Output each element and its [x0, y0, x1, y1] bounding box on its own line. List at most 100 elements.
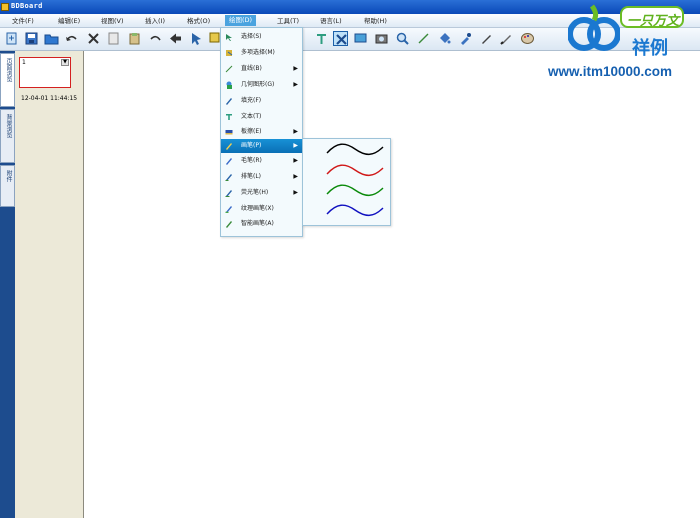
- eyedropper-icon[interactable]: [458, 31, 473, 46]
- open-folder-icon[interactable]: [44, 31, 59, 46]
- draw-menu-highlighter[interactable]: 荧光笔(H) ▶: [221, 186, 302, 200]
- brush-icon: [226, 158, 232, 165]
- redo-icon[interactable]: [148, 31, 163, 46]
- draw-menu-flat-brush[interactable]: 排笔(L) ▶: [221, 170, 302, 184]
- line-tool-icon[interactable]: [416, 31, 431, 46]
- menu-label: 排笔(L): [241, 173, 262, 180]
- submenu-arrow-icon: ▶: [293, 189, 298, 196]
- draw-menu-multi-select[interactable]: 多项选择(M): [221, 46, 302, 60]
- fill-icon: [226, 98, 232, 105]
- menu-label: 直线(B): [241, 65, 262, 72]
- watermark-url: www.itm10000.com: [548, 64, 673, 79]
- tab-attachments[interactable]: 附件: [0, 165, 15, 207]
- back-icon[interactable]: [168, 31, 183, 46]
- menu-label: 多项选择(M): [241, 49, 275, 56]
- menu-label: 填充(F): [241, 97, 262, 104]
- cut-icon[interactable]: [106, 31, 121, 46]
- tab-label: 背景浏览: [5, 114, 12, 138]
- save-icon[interactable]: [24, 31, 39, 46]
- undo-icon[interactable]: [64, 31, 79, 46]
- screen-icon[interactable]: [353, 31, 368, 46]
- smart-pen-icon: [226, 221, 232, 228]
- text-tool-icon[interactable]: [314, 31, 329, 46]
- tab-label: 附件: [5, 170, 12, 182]
- draw-menu-brush[interactable]: 毛笔(R) ▶: [221, 154, 302, 168]
- line-icon: [225, 65, 233, 73]
- flat-brush-icon: [225, 174, 232, 181]
- submenu-arrow-icon: ▶: [293, 173, 298, 180]
- pointer-icon[interactable]: [189, 31, 204, 46]
- delete-icon[interactable]: [86, 31, 101, 46]
- menu-draw[interactable]: 绘图(D): [225, 15, 257, 26]
- tab-label: 页面浏览: [5, 58, 12, 82]
- draw-menu-pen[interactable]: 画笔(P) ▶: [221, 139, 302, 153]
- app-icon: [1, 3, 9, 11]
- draw-menu-line[interactable]: 直线(B) ▶: [221, 62, 302, 76]
- watermark-badge: 一只万文: [620, 6, 684, 29]
- pen-icon[interactable]: [479, 31, 494, 46]
- watermark-logo: [568, 4, 620, 51]
- import-icon[interactable]: [4, 31, 19, 46]
- draw-menu-fill[interactable]: 填充(F): [221, 94, 302, 108]
- camera-icon[interactable]: [374, 31, 389, 46]
- tab-page-browse[interactable]: 页面浏览: [0, 53, 15, 107]
- draw-menu-select[interactable]: 选择(S): [221, 30, 302, 44]
- menu-view[interactable]: 视图(V): [101, 16, 124, 26]
- multi-select-icon: [226, 50, 233, 56]
- fill-icon[interactable]: [437, 31, 452, 46]
- menu-insert[interactable]: 插入(I): [145, 16, 165, 26]
- thumbnail-mark: 1: [22, 59, 26, 66]
- draw-menu-shapes[interactable]: 几何图形(G) ▶: [221, 78, 302, 92]
- draw-menu-smart-pen[interactable]: 智能画笔(A): [221, 217, 302, 231]
- shapes-icon: [226, 81, 232, 89]
- chevron-down-icon[interactable]: ▼: [61, 59, 69, 66]
- submenu-arrow-icon: ▶: [293, 81, 298, 88]
- select-icon: [226, 34, 232, 41]
- menu-language[interactable]: 语言(L): [320, 16, 342, 26]
- menu-label: 几何图形(G): [241, 81, 275, 88]
- window-title: BDBoard: [11, 2, 43, 10]
- draw-menu-texture-brush[interactable]: 纹理画笔(X): [221, 202, 302, 216]
- draw-menu: 选择(S) 多项选择(M) 直线(B) ▶ 几何图形(G) ▶ 填充(F) 文本…: [220, 27, 303, 237]
- watermark-text: 祥例: [632, 38, 668, 59]
- submenu-arrow-icon: ▶: [293, 157, 298, 164]
- menu-label: 文本(T): [241, 113, 262, 120]
- paste-icon[interactable]: [127, 31, 142, 46]
- menu-edit[interactable]: 编辑(E): [58, 16, 80, 26]
- pen-icon: [226, 143, 232, 150]
- brush-icon[interactable]: [499, 31, 514, 46]
- page-thumbnail[interactable]: 1 ▼: [19, 57, 71, 88]
- menu-label: 智能画笔(A): [241, 220, 274, 227]
- pen-color-submenu: [302, 138, 391, 226]
- menu-label: 毛笔(R): [241, 157, 262, 164]
- menu-label: 选择(S): [241, 33, 262, 40]
- menu-format[interactable]: 格式(O): [187, 16, 210, 26]
- menu-label: 板擦(E): [241, 128, 262, 135]
- pen-color-blue[interactable]: [325, 202, 385, 218]
- highlighter-icon: [225, 190, 232, 197]
- pen-color-black[interactable]: [325, 141, 385, 157]
- pen-color-red[interactable]: [325, 162, 385, 178]
- menu-label: 画笔(P): [241, 142, 262, 149]
- palette-icon[interactable]: [520, 31, 535, 46]
- submenu-arrow-icon: ▶: [293, 128, 298, 135]
- zoom-icon[interactable]: [395, 31, 410, 46]
- clear-icon[interactable]: [333, 31, 348, 46]
- drawing-canvas[interactable]: [84, 51, 700, 518]
- pen-color-green[interactable]: [325, 182, 385, 198]
- side-tab-bar: 页面浏览 背景浏览 附件: [0, 51, 15, 518]
- menu-tools[interactable]: 工具(T): [277, 16, 299, 26]
- menu-file[interactable]: 文件(F): [12, 16, 34, 26]
- watermark-badge-text: 一只万文: [627, 14, 680, 29]
- menu-label: 纹理画笔(X): [241, 205, 274, 212]
- eraser-icon: [225, 130, 233, 135]
- menu-help[interactable]: 帮助(H): [364, 16, 387, 26]
- draw-menu-eraser[interactable]: 板擦(E) ▶: [221, 125, 302, 139]
- tab-background-browse[interactable]: 背景浏览: [0, 109, 15, 163]
- submenu-arrow-icon: ▶: [293, 65, 298, 72]
- menu-label: 荧光笔(H): [241, 189, 269, 196]
- text-icon: [226, 114, 232, 120]
- submenu-arrow-icon: ▶: [293, 142, 298, 149]
- draw-menu-text[interactable]: 文本(T): [221, 110, 302, 124]
- page-timestamp: 12-04-01 11:44:15: [21, 95, 78, 102]
